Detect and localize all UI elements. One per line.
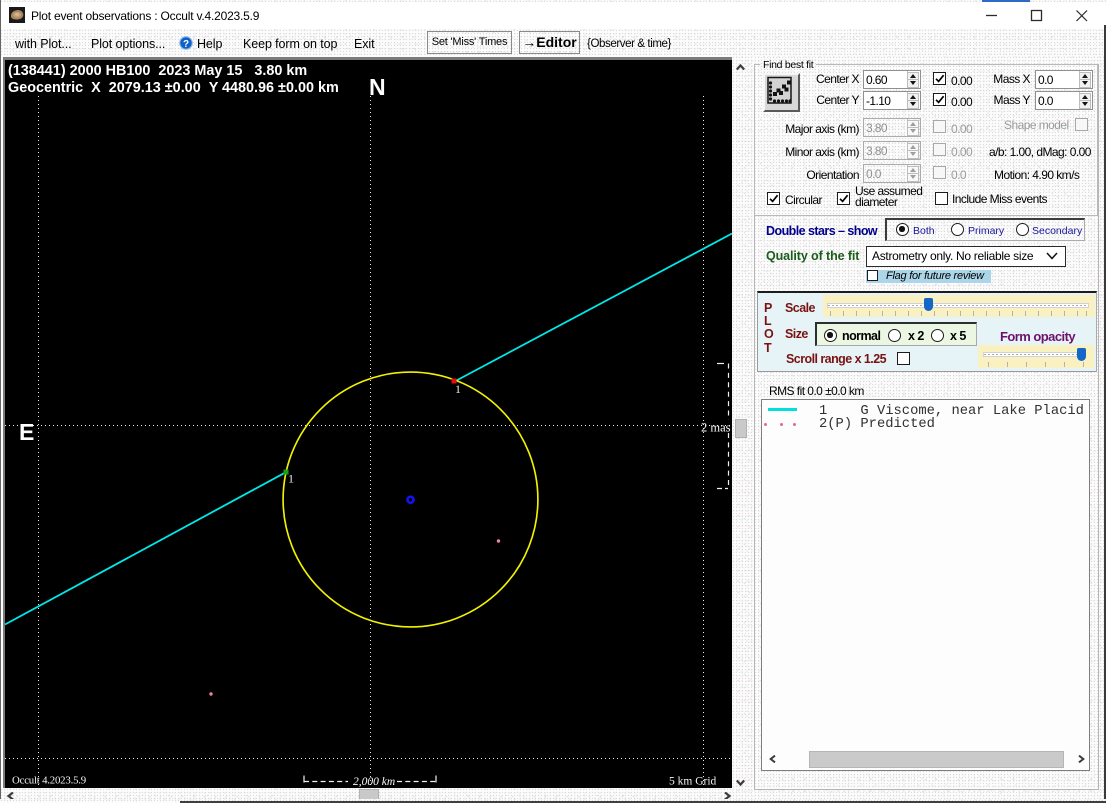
svg-text:5 km Grid: 5 km Grid [669,776,717,788]
svg-text:2,000 km: 2,000 km [353,776,395,788]
svg-text:N: N [369,74,386,100]
svg-text:2 mas: 2 mas [701,421,731,435]
svg-text:E: E [19,419,34,445]
svg-text:?: ? [183,39,189,50]
svg-text:(138441) 2000 HB100 2023 May: (138441) 2000 HB100 2023 May 15 3.80 km [8,63,307,79]
svg-text:1: 1 [455,382,461,396]
svg-text:1: 1 [288,472,294,486]
svg-text:Occult 4.2023.5.9: Occult 4.2023.5.9 [12,775,86,787]
svg-text:Geocentric X 2079.13 ±0.00: Geocentric X 2079.13 ±0.00 Y 4480.96 ±0.… [8,80,339,96]
